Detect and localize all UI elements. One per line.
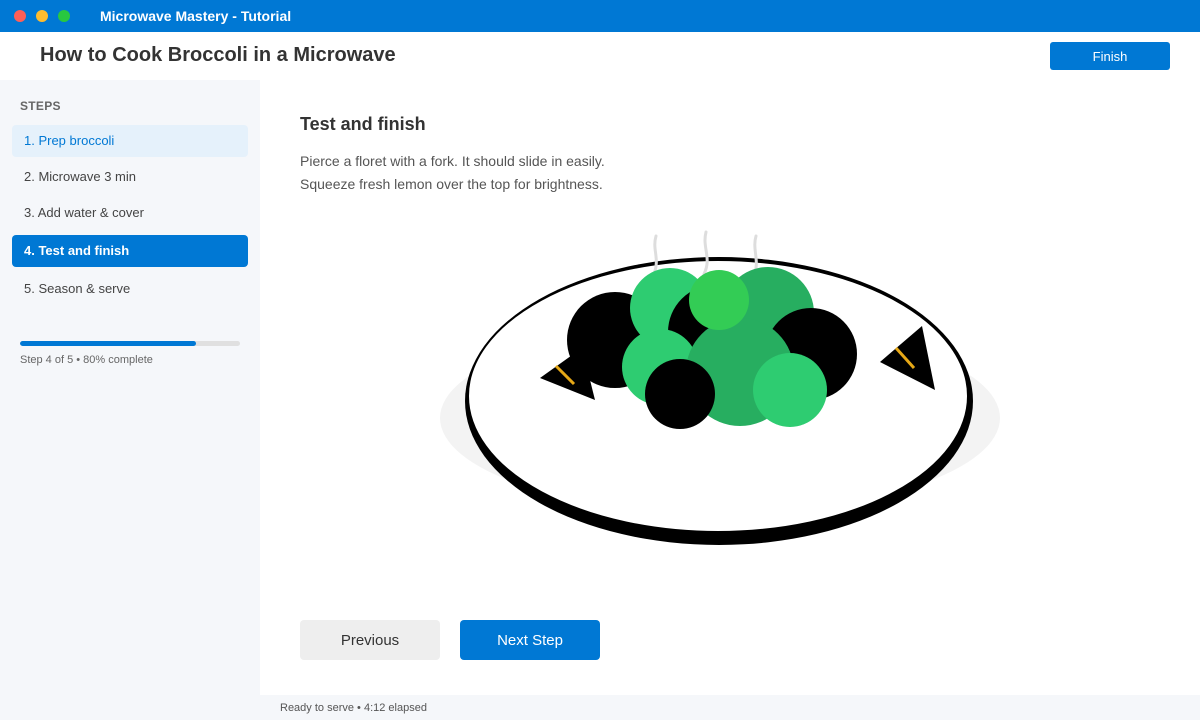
progress-label: Step 4 of 5 • 80% complete xyxy=(20,354,153,366)
steps-sidebar: STEPS 1. Prep broccoli 2. Microwave 3 mi… xyxy=(0,80,260,720)
instruction-line: Squeeze fresh lemon over the top for bri… xyxy=(300,176,603,192)
main-content: Test and finish Pierce a floret with a f… xyxy=(260,80,1200,695)
step-item-add-water[interactable]: 3. Add water & cover xyxy=(12,197,248,229)
previous-button[interactable]: Previous xyxy=(300,620,440,660)
status-bar: Ready to serve • 4:12 elapsed xyxy=(260,695,1200,720)
app-title: Microwave Mastery - Tutorial xyxy=(100,8,292,24)
progress-bar-fill xyxy=(20,341,196,346)
close-window-icon[interactable] xyxy=(14,10,26,22)
next-step-button[interactable]: Next Step xyxy=(460,620,600,660)
step-title: Test and finish xyxy=(300,114,426,134)
page-title: How to Cook Broccoli in a Microwave xyxy=(40,44,396,66)
step-item-season-serve[interactable]: 5. Season & serve xyxy=(12,273,248,305)
step-item-microwave[interactable]: 2. Microwave 3 min xyxy=(12,161,248,193)
progress-bar xyxy=(20,341,240,346)
minimize-window-icon[interactable] xyxy=(36,10,48,22)
instruction-line: Pierce a floret with a fork. It should s… xyxy=(300,153,605,169)
broccoli-floret-icon xyxy=(645,359,715,429)
broccoli-floret-icon xyxy=(689,270,749,330)
broccoli-plate-illustration xyxy=(440,230,1000,545)
broccoli-floret-icon xyxy=(753,353,827,427)
finish-button[interactable]: Finish xyxy=(1050,42,1170,70)
status-text: Ready to serve • 4:12 elapsed xyxy=(280,702,427,714)
steam-icon xyxy=(652,234,658,276)
maximize-window-icon[interactable] xyxy=(58,10,70,22)
steps-heading: STEPS xyxy=(20,99,61,113)
step-item-test-and-finish[interactable]: 4. Test and finish xyxy=(12,235,248,267)
step-item-prep-broccoli[interactable]: 1. Prep broccoli xyxy=(12,125,248,157)
page-header: How to Cook Broccoli in a Microwave Fini… xyxy=(0,32,1200,80)
title-bar: Microwave Mastery - Tutorial xyxy=(0,0,1200,32)
